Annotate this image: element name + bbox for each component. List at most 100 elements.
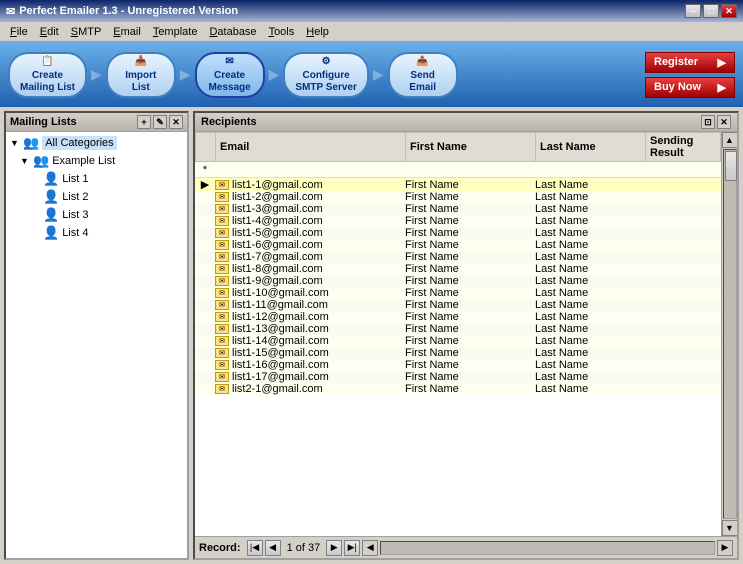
edit-list-button[interactable]: ✎	[153, 115, 167, 129]
table-row[interactable]: ✉list1-6@gmail.comFirst NameLast Name	[195, 239, 721, 251]
email-cell[interactable]: ✉list1-2@gmail.com	[215, 191, 405, 203]
email-cell[interactable]: ✉list1-16@gmail.com	[215, 359, 405, 371]
delete-list-button[interactable]: ✕	[169, 115, 183, 129]
tree-item-list1[interactable]: 👤 List 1	[28, 170, 185, 188]
panel-close-button[interactable]: ✕	[717, 115, 731, 129]
lastname-cell[interactable]: Last Name	[535, 311, 645, 323]
create-mailing-list-button[interactable]: 📋 CreateMailing List	[8, 52, 87, 98]
email-cell[interactable]: ✉list1-9@gmail.com	[215, 275, 405, 287]
close-button[interactable]: ✕	[721, 4, 737, 18]
hscroll-right-button[interactable]: ▶	[717, 540, 733, 556]
tree-item-list4[interactable]: 👤 List 4	[28, 224, 185, 242]
menu-template[interactable]: Template	[147, 24, 204, 40]
scroll-track[interactable]	[723, 149, 737, 519]
table-row[interactable]: ✉list1-8@gmail.comFirst NameLast Name	[195, 263, 721, 275]
hscroll-left-button[interactable]: ◀	[362, 540, 378, 556]
nav-prev-button[interactable]: ◀	[265, 540, 281, 556]
email-cell[interactable]: ✉list1-7@gmail.com	[215, 251, 405, 263]
create-message-button[interactable]: ✉ CreateMessage	[195, 52, 265, 98]
nav-next-button[interactable]: ▶	[326, 540, 342, 556]
tree-toggle-example[interactable]: ▼	[20, 156, 30, 166]
add-list-button[interactable]: +	[137, 115, 151, 129]
email-cell[interactable]: ✉list1-10@gmail.com	[215, 287, 405, 299]
email-cell[interactable]: ✉list1-5@gmail.com	[215, 227, 405, 239]
minimize-button[interactable]: ─	[685, 4, 701, 18]
firstname-cell[interactable]: First Name	[405, 215, 535, 227]
menu-help[interactable]: Help	[300, 24, 335, 40]
import-list-button[interactable]: 📥 ImportList	[106, 52, 176, 98]
lastname-cell[interactable]: Last Name	[535, 347, 645, 359]
col-sending-result[interactable]: Sending Result	[646, 133, 721, 162]
table-row[interactable]: ✉list1-11@gmail.comFirst NameLast Name	[195, 299, 721, 311]
col-email[interactable]: Email	[216, 133, 406, 162]
firstname-cell[interactable]: First Name	[405, 287, 535, 299]
table-row[interactable]: ✉list1-17@gmail.comFirst NameLast Name	[195, 371, 721, 383]
firstname-cell[interactable]: First Name	[405, 371, 535, 383]
table-row[interactable]: ✉list1-9@gmail.comFirst NameLast Name	[195, 275, 721, 287]
menu-database[interactable]: Database	[203, 24, 262, 40]
firstname-cell[interactable]: First Name	[405, 251, 535, 263]
tree-toggle-root[interactable]: ▼	[10, 138, 20, 148]
firstname-cell[interactable]: First Name	[405, 335, 535, 347]
table-row[interactable]: ✉list1-4@gmail.comFirst NameLast Name	[195, 215, 721, 227]
configure-smtp-button[interactable]: ⚙ ConfigureSMTP Server	[283, 52, 369, 98]
register-button[interactable]: Register ▶	[645, 52, 735, 73]
email-cell[interactable]: ✉list1-11@gmail.com	[215, 299, 405, 311]
email-cell[interactable]: ✉list1-12@gmail.com	[215, 311, 405, 323]
lastname-cell[interactable]: Last Name	[535, 239, 645, 251]
scroll-thumb[interactable]	[725, 151, 737, 181]
firstname-cell[interactable]: First Name	[405, 311, 535, 323]
email-cell[interactable]: ✉list2-1@gmail.com	[215, 383, 405, 395]
lastname-cell[interactable]: Last Name	[535, 251, 645, 263]
scroll-up-button[interactable]: ▲	[722, 132, 738, 148]
firstname-cell[interactable]: First Name	[405, 203, 535, 215]
email-cell[interactable]: ✉list1-1@gmail.com	[215, 178, 405, 191]
buy-now-button[interactable]: Buy Now ▶	[645, 77, 735, 98]
email-cell[interactable]: ✉list1-8@gmail.com	[215, 263, 405, 275]
lastname-cell[interactable]: Last Name	[535, 359, 645, 371]
firstname-cell[interactable]: First Name	[405, 239, 535, 251]
menu-edit[interactable]: Edit	[34, 24, 65, 40]
email-cell[interactable]: ✉list1-13@gmail.com	[215, 323, 405, 335]
firstname-cell[interactable]: First Name	[405, 299, 535, 311]
firstname-cell[interactable]: First Name	[405, 323, 535, 335]
table-row[interactable]: ✉list1-15@gmail.comFirst NameLast Name	[195, 347, 721, 359]
firstname-cell[interactable]: First Name	[405, 383, 535, 395]
lastname-cell[interactable]: Last Name	[535, 335, 645, 347]
lastname-cell[interactable]: Last Name	[535, 227, 645, 239]
firstname-cell[interactable]: First Name	[405, 347, 535, 359]
lastname-cell[interactable]: Last Name	[535, 383, 645, 395]
firstname-cell[interactable]: First Name	[405, 227, 535, 239]
lastname-cell[interactable]: Last Name	[535, 371, 645, 383]
nav-last-button[interactable]: ▶|	[344, 540, 360, 556]
lastname-cell[interactable]: Last Name	[535, 275, 645, 287]
firstname-cell[interactable]: First Name	[405, 359, 535, 371]
lastname-cell[interactable]: Last Name	[535, 263, 645, 275]
lastname-cell[interactable]: Last Name	[535, 191, 645, 203]
tree-item-list2[interactable]: 👤 List 2	[28, 188, 185, 206]
table-row[interactable]: ✉list1-16@gmail.comFirst NameLast Name	[195, 359, 721, 371]
firstname-cell[interactable]: First Name	[405, 275, 535, 287]
email-cell[interactable]: ✉list1-14@gmail.com	[215, 335, 405, 347]
menu-file[interactable]: File	[4, 24, 34, 40]
vertical-scrollbar[interactable]: ▲ ▼	[721, 132, 737, 536]
email-cell[interactable]: ✉list1-3@gmail.com	[215, 203, 405, 215]
tree-container[interactable]: ▼ 👥 All Categories ▼ 👥 Example List 👤 Li…	[6, 132, 187, 558]
menu-tools[interactable]: Tools	[263, 24, 301, 40]
lastname-cell[interactable]: Last Name	[535, 178, 645, 191]
menu-smtp[interactable]: SMTP	[65, 24, 108, 40]
col-firstname[interactable]: First Name	[406, 133, 536, 162]
nav-first-button[interactable]: |◀	[247, 540, 263, 556]
tree-item-example-list[interactable]: ▼ 👥 Example List	[18, 152, 185, 170]
scroll-down-button[interactable]: ▼	[722, 520, 738, 536]
col-lastname[interactable]: Last Name	[536, 133, 646, 162]
table-row[interactable]: ✉list1-12@gmail.comFirst NameLast Name	[195, 311, 721, 323]
table-row[interactable]: ✉list2-1@gmail.comFirst NameLast Name	[195, 383, 721, 395]
panel-restore-button[interactable]: ⊡	[701, 115, 715, 129]
email-cell[interactable]: ✉list1-17@gmail.com	[215, 371, 405, 383]
lastname-cell[interactable]: Last Name	[535, 287, 645, 299]
table-scroll-area[interactable]: Email First Name Last Name Sending Resul…	[195, 132, 721, 536]
firstname-cell[interactable]: First Name	[405, 263, 535, 275]
table-row[interactable]: ✉list1-5@gmail.comFirst NameLast Name	[195, 227, 721, 239]
table-row[interactable]: ✉list1-3@gmail.comFirst NameLast Name	[195, 203, 721, 215]
